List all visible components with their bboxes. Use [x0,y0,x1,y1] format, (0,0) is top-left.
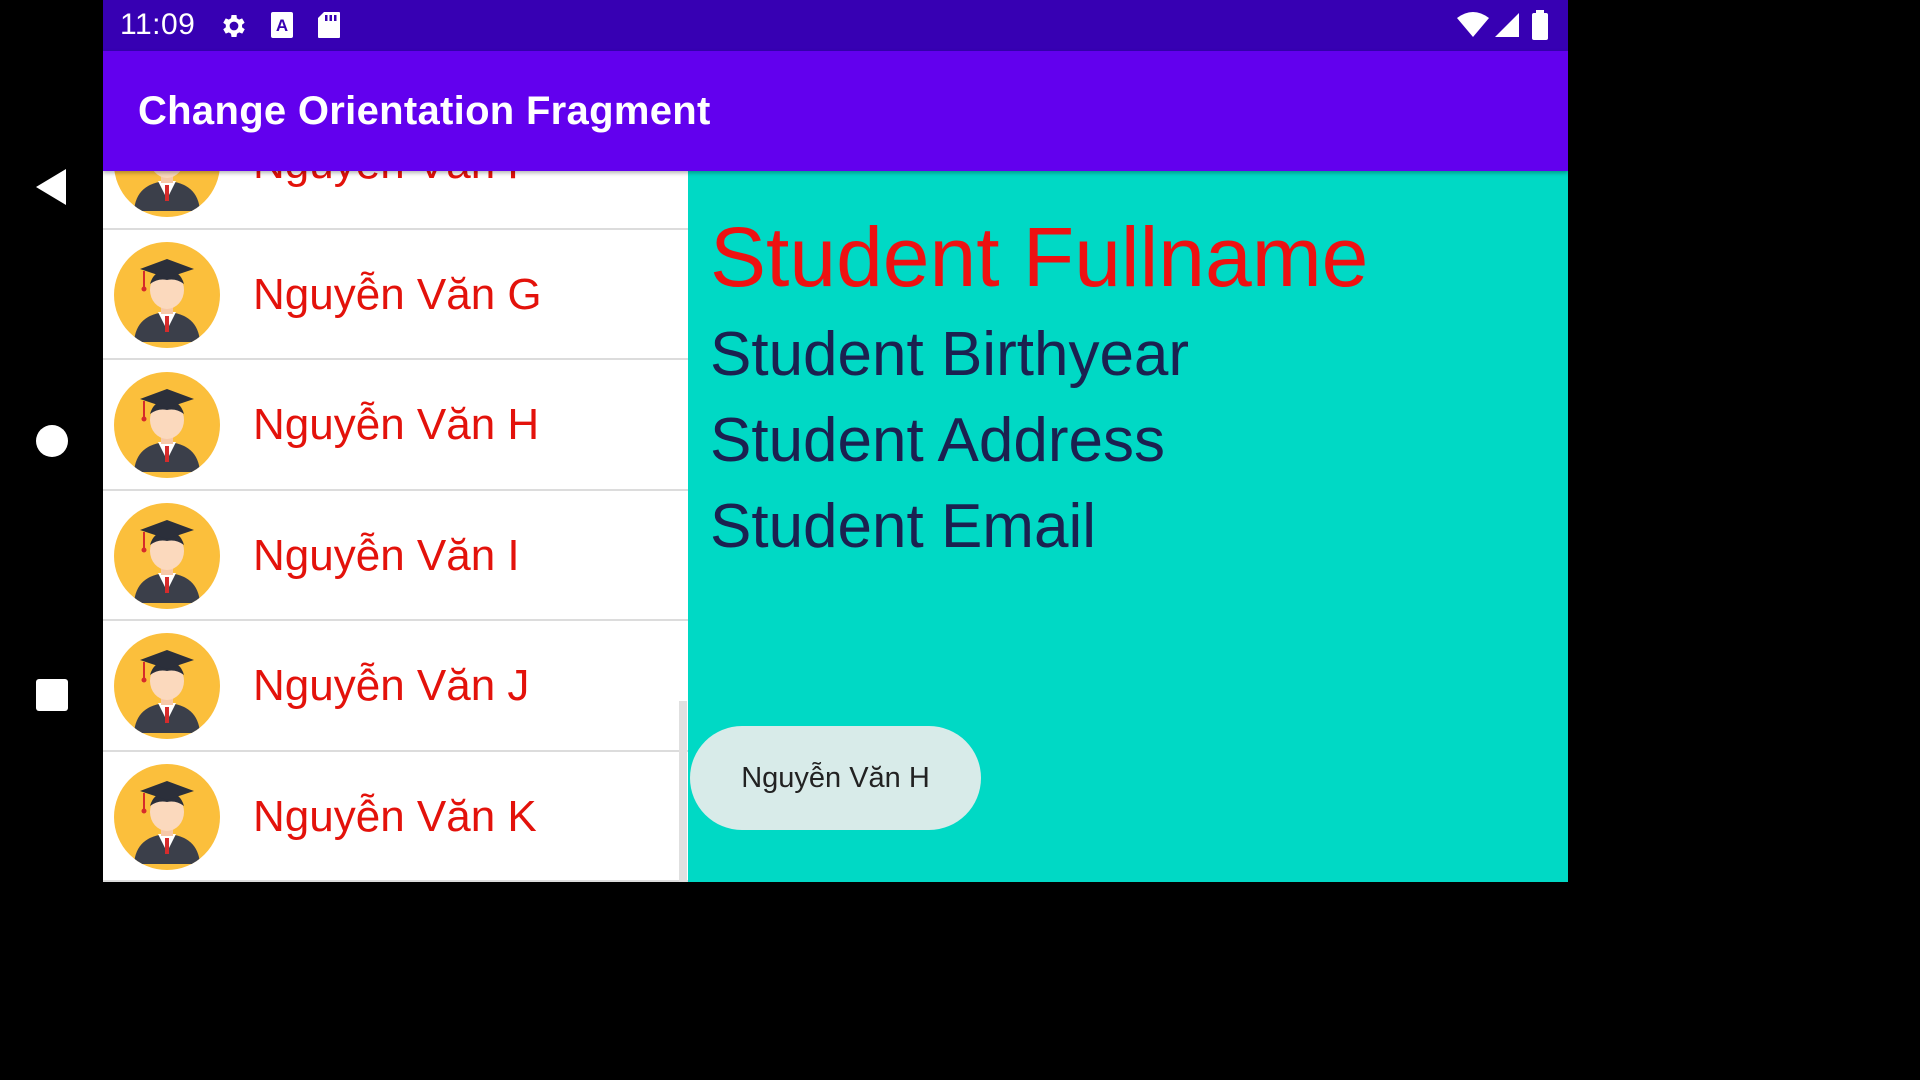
list-item[interactable]: Nguyễn Văn I [103,491,688,621]
student-name: Nguyễn Văn I [253,530,520,580]
list-item[interactable]: Nguyễn Văn F [103,171,688,230]
wifi-icon [1457,12,1489,37]
student-name: Nguyễn Văn G [253,269,542,319]
text-a-icon: A [271,12,293,38]
graduate-avatar-icon [114,171,220,217]
status-bar: 11:09 A [103,0,1568,51]
list-item[interactable]: Nguyễn Văn H [103,360,688,491]
student-address: Student Address [710,406,1165,475]
back-icon [35,169,66,205]
gear-icon [223,15,245,37]
sd-card-icon [318,12,340,38]
list-item[interactable]: Nguyễn Văn G [103,230,688,360]
signal-icon [1495,13,1519,37]
home-icon [35,425,68,457]
student-fullname: Student Fullname [710,210,1369,304]
list-scrollbar[interactable] [679,701,687,882]
list-item[interactable]: Nguyễn Văn J [103,621,688,752]
student-name: Nguyễn Văn H [253,400,540,449]
student-birthyear: Student Birthyear [710,320,1190,389]
recents-button[interactable] [0,668,103,722]
app-bar: Change Orientation Fragment [103,51,1568,171]
graduate-avatar-icon [114,763,220,870]
battery-icon [1532,10,1548,40]
app-screen: 11:09 A Change Orientation Fragment Nguy… [103,0,1568,882]
graduate-avatar-icon [114,633,220,739]
svg-text:A: A [276,16,288,35]
home-button[interactable] [0,414,103,468]
graduate-avatar-icon [114,372,220,478]
navigation-bar [0,0,103,882]
list-item[interactable]: Nguyễn Văn K [103,752,688,882]
student-email: Student Email [710,492,1096,561]
graduate-avatar-icon [114,502,220,609]
student-list[interactable]: Nguyễn Văn F Nguyễn V [103,171,688,882]
toast-message: Nguyễn Văn H [690,726,981,830]
student-name: Nguyễn Văn J [253,661,530,710]
back-button[interactable] [0,160,103,214]
student-name: Nguyễn Văn F [253,171,534,189]
recents-icon [35,679,68,711]
status-time: 11:09 [120,8,196,41]
student-name: Nguyễn Văn K [253,791,537,841]
graduate-avatar-icon [114,241,220,348]
app-title: Change Orientation Fragment [138,89,711,133]
